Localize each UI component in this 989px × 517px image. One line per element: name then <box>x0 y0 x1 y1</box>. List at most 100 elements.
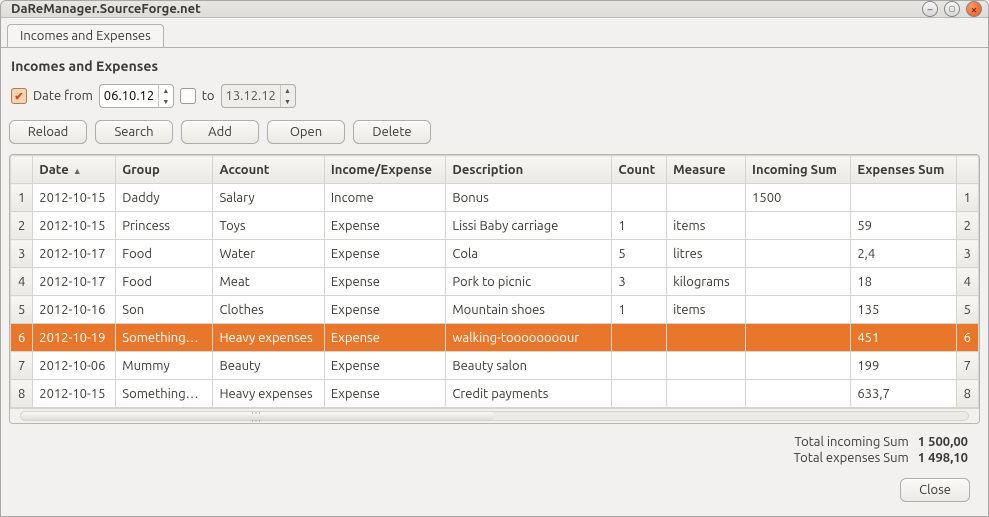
table-cell: Expense <box>324 296 446 324</box>
table-cell: 2012-10-17 <box>33 268 116 296</box>
table-row[interactable]: 72012-10-06MummyBeautyExpenseBeauty salo… <box>11 352 979 380</box>
table-cell: 8 <box>956 380 978 408</box>
table-cell: 2012-10-19 <box>33 324 116 352</box>
table-cell: Food <box>116 240 213 268</box>
table-cell: Expense <box>324 324 446 352</box>
table-cell <box>851 184 956 212</box>
table-cell: 6 <box>956 324 978 352</box>
minus-icon: – <box>928 4 933 15</box>
date-to-spinner: ▲▼ <box>280 85 295 107</box>
date-from-checkbox[interactable] <box>11 88 27 104</box>
table-cell: Beauty salon <box>446 352 612 380</box>
table-cell <box>667 324 746 352</box>
search-button[interactable]: Search <box>95 120 173 144</box>
date-to-label: to <box>202 89 215 103</box>
close-button[interactable]: Close <box>900 478 970 502</box>
table-cell: 18 <box>851 268 956 296</box>
col-date[interactable]: Date▲ <box>33 156 116 184</box>
table-cell: kilograms <box>667 268 746 296</box>
table-row[interactable]: 82012-10-15Something…Heavy expensesExpen… <box>11 380 979 408</box>
col-incoming-sum[interactable]: Incoming Sum <box>746 156 851 184</box>
table-row[interactable]: 62012-10-19Something…Heavy expensesExpen… <box>11 324 979 352</box>
table-cell <box>746 296 851 324</box>
table-cell: Meat <box>213 268 324 296</box>
horizontal-scrollbar[interactable] <box>10 408 979 423</box>
date-to-input <box>222 89 280 103</box>
col-income-expense[interactable]: Income/Expense <box>324 156 446 184</box>
col-group[interactable]: Group <box>116 156 213 184</box>
table-cell: Toys <box>213 212 324 240</box>
table-row[interactable]: 12012-10-15DaddySalaryIncomeBonus15001 <box>11 184 979 212</box>
table-cell: Water <box>213 240 324 268</box>
table-cell: Something… <box>116 380 213 408</box>
col-description[interactable]: Description <box>446 156 612 184</box>
reload-button[interactable]: Reload <box>9 120 87 144</box>
table-cell <box>667 352 746 380</box>
col-id[interactable] <box>956 156 978 184</box>
col-rownum[interactable] <box>11 156 33 184</box>
table-cell: 4 <box>11 268 33 296</box>
date-from-spinner[interactable]: ▲▼ <box>158 85 173 107</box>
total-expenses-label: Total expenses Sum <box>794 451 909 465</box>
table-cell: Cola <box>446 240 612 268</box>
table-row[interactable]: 22012-10-15PrincessToysExpenseLissi Baby… <box>11 212 979 240</box>
table-cell: Son <box>116 296 213 324</box>
table-cell: 1 <box>956 184 978 212</box>
table-cell: items <box>667 212 746 240</box>
date-from-field[interactable]: ▲▼ <box>99 84 174 108</box>
table-cell: litres <box>667 240 746 268</box>
col-expenses-sum[interactable]: Expenses Sum <box>851 156 956 184</box>
table-cell: 135 <box>851 296 956 324</box>
table-cell: 1500 <box>746 184 851 212</box>
scrollbar-thumb[interactable] <box>21 412 495 420</box>
add-button[interactable]: Add <box>181 120 259 144</box>
table-header-row: Date▲ Group Account Income/Expense Descr… <box>11 156 979 184</box>
table-cell: Expense <box>324 268 446 296</box>
table-cell: Mummy <box>116 352 213 380</box>
col-account[interactable]: Account <box>213 156 324 184</box>
table-cell: 3 <box>956 240 978 268</box>
table-cell: 6 <box>11 324 33 352</box>
date-to-checkbox[interactable] <box>180 88 196 104</box>
tab-incomes-expenses[interactable]: Incomes and Expenses <box>7 24 164 47</box>
table-cell: Mountain shoes <box>446 296 612 324</box>
table-cell: Expense <box>324 352 446 380</box>
col-count[interactable]: Count <box>612 156 667 184</box>
table-cell: 2012-10-15 <box>33 380 116 408</box>
table-cell <box>612 324 667 352</box>
table-row[interactable]: 52012-10-16SonClothesExpenseMountain sho… <box>11 296 979 324</box>
tab-bar: Incomes and Expenses <box>1 18 988 47</box>
window-maximize-button[interactable]: ▢ <box>944 1 960 17</box>
col-measure[interactable]: Measure <box>667 156 746 184</box>
table-cell <box>612 352 667 380</box>
date-from-input[interactable] <box>100 89 158 103</box>
table-cell: Something… <box>116 324 213 352</box>
table-row[interactable]: 32012-10-17FoodWaterExpenseCola5litres2,… <box>11 240 979 268</box>
table-row[interactable]: 42012-10-17FoodMeatExpensePork to picnic… <box>11 268 979 296</box>
square-icon: ▢ <box>949 5 956 13</box>
chevron-up-icon: ▲ <box>281 85 295 96</box>
sort-asc-icon: ▲ <box>73 166 82 176</box>
table-cell <box>612 380 667 408</box>
table-cell <box>746 352 851 380</box>
titlebar[interactable]: DaReManager.SourceForge.net – ▢ <box>1 1 988 18</box>
table-cell: 7 <box>956 352 978 380</box>
window-minimize-button[interactable]: – <box>922 1 938 17</box>
table-cell <box>746 240 851 268</box>
chevron-down-icon: ▼ <box>281 96 295 107</box>
table-cell: 4 <box>956 268 978 296</box>
grid-scroll-area[interactable]: Date▲ Group Account Income/Expense Descr… <box>10 155 979 408</box>
chevron-up-icon: ▲ <box>159 85 173 96</box>
table-cell: walking-toooooooour <box>446 324 612 352</box>
delete-button[interactable]: Delete <box>353 120 431 144</box>
table-cell <box>667 184 746 212</box>
table-cell: 8 <box>11 380 33 408</box>
table-cell: 1 <box>612 296 667 324</box>
window-close-button[interactable] <box>966 1 982 17</box>
table-cell: items <box>667 296 746 324</box>
table-cell <box>612 184 667 212</box>
expenses-table: Date▲ Group Account Income/Expense Descr… <box>10 155 979 408</box>
table-cell: 5 <box>11 296 33 324</box>
table-cell: 1 <box>612 212 667 240</box>
open-button[interactable]: Open <box>267 120 345 144</box>
